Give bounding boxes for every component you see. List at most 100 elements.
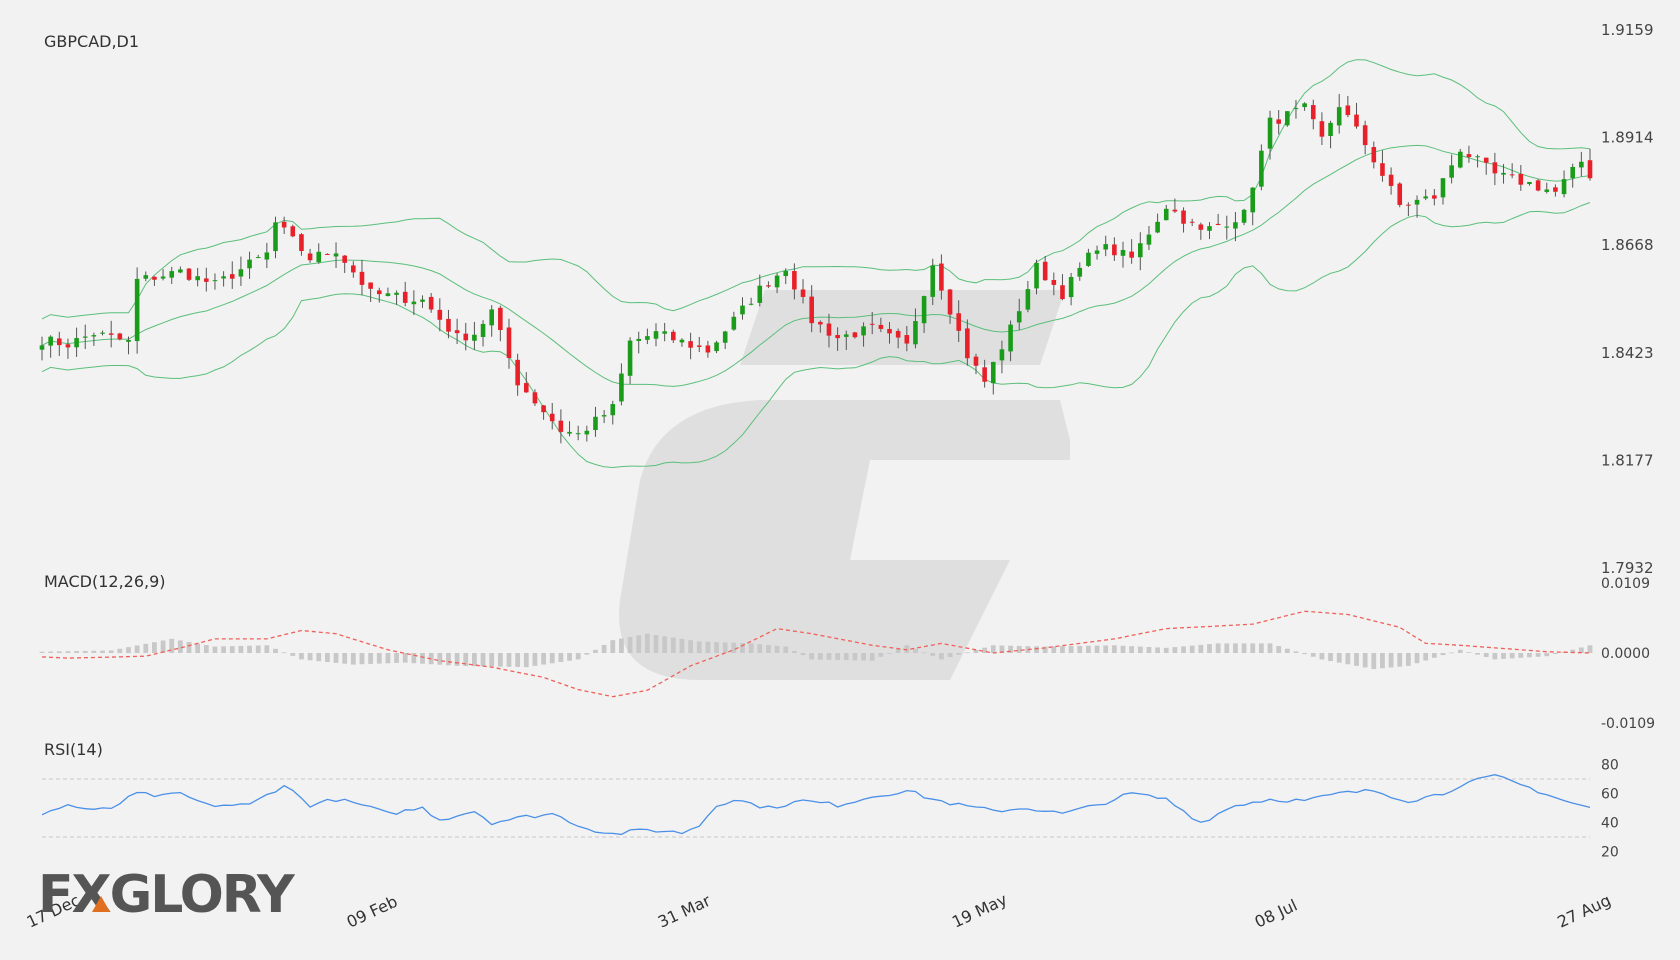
candle-body-up [489, 309, 494, 326]
candle-body-up [212, 280, 218, 282]
candle-body-down [229, 274, 235, 279]
macd-histogram-bar [152, 642, 157, 653]
macd-histogram-bar [1189, 645, 1195, 653]
candle-body-down [766, 285, 771, 287]
macd-histogram-bar [921, 652, 927, 654]
candle-body-down [1535, 180, 1541, 191]
candle-body-down [800, 289, 806, 297]
macd-histogram-bar [368, 653, 374, 664]
macd-histogram-bar [1250, 643, 1256, 653]
candle-body-up [1440, 178, 1446, 198]
macd-histogram-bar [913, 648, 918, 653]
macd-y-tick-label: -0.0109 [1601, 716, 1655, 732]
candle-body-up [420, 299, 425, 302]
candle-body-up [255, 257, 261, 259]
macd-histogram-bar [1345, 653, 1351, 665]
rsi-y-tick-label: 40 [1601, 816, 1619, 832]
rsi-y-tick-label: 60 [1601, 787, 1619, 803]
macd-histogram-bar [1068, 646, 1074, 653]
candle-body-up [221, 276, 226, 279]
macd-histogram-bar [1414, 653, 1420, 664]
x-tick-label: 09 Feb [344, 892, 401, 932]
macd-histogram-bar [221, 646, 227, 653]
candle-body-up [1336, 107, 1342, 126]
macd-histogram-bar [56, 651, 62, 653]
macd-histogram-bar [1475, 653, 1480, 655]
candle-body-up [1561, 179, 1567, 195]
macd-histogram-bar [861, 653, 866, 661]
candle-body-up [731, 316, 737, 330]
candle-body-up [1475, 156, 1480, 158]
macd-histogram-bar [255, 645, 261, 653]
macd-histogram-bar [324, 653, 330, 662]
macd-histogram-bar [307, 653, 313, 661]
candle-body-up [1267, 117, 1273, 149]
candle-body-up [619, 373, 624, 402]
macd-histogram-bar [567, 653, 572, 661]
candle-body-down [454, 330, 460, 334]
macd-histogram-bar [895, 649, 901, 653]
macd-histogram-bar [497, 653, 503, 667]
candle-body-down [1354, 114, 1359, 127]
candle-body-up [1207, 226, 1212, 231]
x-tick-label: 27 Aug [1554, 890, 1613, 931]
candle-body-up [740, 305, 745, 315]
macd-histogram-bar [1137, 646, 1143, 653]
candle-body-down [939, 263, 944, 291]
candle-body-up [748, 303, 754, 305]
macd-histogram-bar [938, 653, 944, 660]
macd-histogram-bar [134, 645, 140, 653]
candle-body-down [1060, 285, 1065, 300]
macd-histogram-bar [1276, 646, 1282, 653]
candle-body-down [973, 356, 979, 366]
candle-body-up [178, 269, 183, 273]
candle-body-up [1086, 252, 1091, 266]
macd-histogram-bar [74, 651, 79, 653]
macd-histogram-bar [800, 653, 806, 656]
macd-histogram-bar [549, 653, 555, 664]
candle-body-up [385, 293, 391, 297]
macd-histogram-bar [359, 653, 365, 665]
candle-body-up [593, 416, 598, 431]
candle-body-up [169, 271, 175, 278]
macd-histogram-bar [722, 642, 728, 653]
macd-histogram-bar [411, 653, 417, 664]
macd-histogram-bar [990, 645, 996, 653]
macd-histogram-bar [1060, 646, 1065, 653]
macd-histogram-bar [627, 636, 633, 653]
macd-histogram-bar [930, 653, 936, 656]
candle-body-up [1163, 208, 1169, 221]
macd-histogram-bar [1440, 653, 1446, 656]
macd-histogram-bar [1535, 653, 1541, 657]
candle-body-up [653, 331, 659, 339]
candle-body-down [1042, 261, 1048, 281]
candle-body-up [480, 323, 486, 338]
macd-panel-title: MACD(12,26,9) [44, 572, 166, 591]
candle-body-up [1224, 226, 1230, 228]
macd-histogram-bar [39, 651, 45, 653]
macd-histogram-bar [281, 652, 287, 654]
macd-histogram-bar [108, 650, 114, 653]
rsi-y-axis: 80 60 40 20 [1601, 758, 1619, 861]
candle-body-down [428, 296, 434, 310]
candle-body-down [498, 307, 503, 331]
macd-histogram-bar [299, 653, 304, 660]
candle-body-down [376, 290, 382, 295]
candle-body-down [809, 296, 814, 324]
price-y-axis: 1.9159 1.8914 1.8668 1.8423 1.8177 1.7932 [1601, 21, 1654, 577]
macd-histogram-bar [480, 653, 486, 667]
macd-histogram-bar [878, 653, 884, 657]
macd-histogram-bar [1111, 645, 1117, 653]
price-panel-title: GBPCAD,D1 [44, 32, 139, 51]
macd-histogram-bar [316, 653, 322, 662]
candle-body-up [1423, 196, 1428, 199]
macd-histogram-bar [1518, 653, 1524, 658]
macd-histogram-bar [1034, 646, 1039, 653]
candle-body-up [1302, 103, 1307, 108]
candle-body-down [117, 333, 123, 340]
candle-body-down [56, 338, 62, 346]
macd-histogram-bar [835, 653, 841, 660]
macd-histogram-bar [619, 638, 624, 653]
macd-histogram-bar [238, 645, 244, 653]
macd-histogram-bar [947, 653, 953, 658]
